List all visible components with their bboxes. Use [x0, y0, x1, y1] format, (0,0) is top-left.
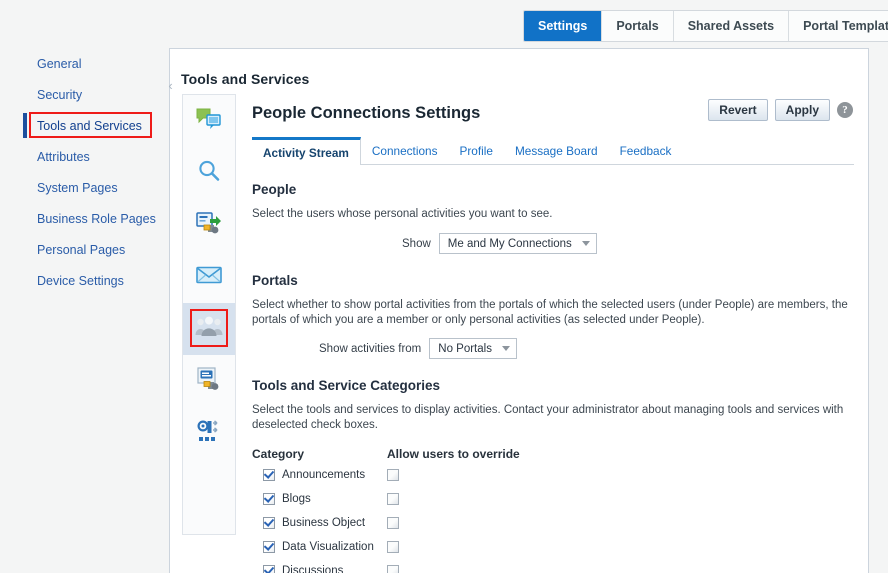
categories-section-title: Tools and Service Categories: [252, 378, 441, 393]
category-override-checkbox[interactable]: [387, 468, 399, 481]
tab-portal-templates-label: Portal Templates: [803, 19, 888, 33]
tab-profile-label: Profile: [459, 143, 493, 158]
tab-connections-label: Connections: [371, 143, 438, 158]
people-show-dropdown[interactable]: Me and My Connections: [438, 233, 597, 254]
category-enabled-checkbox[interactable]: [263, 516, 275, 529]
table-row: Blogs: [252, 488, 854, 509]
table-row: Business Object: [252, 512, 854, 533]
category-override-checkbox[interactable]: [387, 564, 399, 573]
sidebar-item-label: Business Role Pages: [37, 211, 156, 226]
sidebar-item-general[interactable]: General: [0, 48, 166, 79]
sidebar-item-label: System Pages: [37, 180, 118, 195]
sidebar-item-label: Attributes: [37, 149, 90, 164]
category-override-checkbox[interactable]: [387, 516, 399, 529]
inner-tab-bar: Activity Stream Connections Profile Mess…: [252, 137, 854, 165]
category-enabled-checkbox[interactable]: [263, 492, 275, 505]
people-section-description: Select the users whose personal activiti…: [252, 208, 553, 220]
process-services-icon: [196, 419, 222, 448]
tab-message-board-label: Message Board: [514, 143, 598, 158]
chevron-down-icon: [581, 241, 590, 246]
top-tab-bar: Settings Portals Shared Assets Portal Te…: [523, 10, 888, 42]
sidebar-item-label: General: [37, 56, 82, 71]
category-label: Announcements: [282, 468, 366, 481]
tab-feedback-label: Feedback: [619, 143, 672, 158]
sidebar-item-attributes[interactable]: Attributes: [0, 141, 166, 172]
people-connections-icon: [195, 316, 223, 343]
tool-icon-rail: [182, 94, 236, 535]
tab-profile[interactable]: Profile: [448, 137, 503, 164]
categories-table-header: Category Allow users to override: [252, 447, 854, 461]
rail-item-document-export[interactable]: [183, 199, 235, 251]
tab-portal-templates[interactable]: Portal Templates: [789, 11, 888, 41]
tab-settings[interactable]: Settings: [524, 11, 603, 41]
sidebar-item-label: Security: [37, 87, 83, 102]
main-panel: ‹ Tools and Services Revert Apply ? Peop…: [166, 48, 869, 573]
sidebar-item-label: Tools and Services: [37, 118, 142, 133]
table-row: Discussions: [252, 560, 854, 573]
category-label: Discussions: [282, 564, 344, 573]
search-icon: [197, 159, 221, 188]
sidebar-item-personal-pages[interactable]: Personal Pages: [0, 234, 166, 265]
table-row: Announcements: [252, 464, 854, 485]
column-header-category: Category: [252, 447, 305, 461]
category-enabled-checkbox[interactable]: [263, 468, 275, 481]
tab-feedback[interactable]: Feedback: [609, 137, 683, 164]
tab-shared-assets[interactable]: Shared Assets: [673, 11, 790, 41]
rail-item-process-services[interactable]: [183, 407, 235, 459]
rail-item-people-connections[interactable]: [183, 303, 235, 355]
sidebar-item-system-pages[interactable]: System Pages: [0, 172, 166, 203]
tab-shared-assets-label: Shared Assets: [687, 19, 775, 33]
tab-activity-stream-label: Activity Stream: [263, 145, 349, 160]
selected-indicator-bar: [23, 113, 27, 138]
people-show-label: Show: [402, 237, 431, 250]
category-override-checkbox[interactable]: [387, 540, 399, 553]
category-override-checkbox[interactable]: [387, 492, 399, 505]
tab-message-board[interactable]: Message Board: [504, 137, 609, 164]
sidebar-item-label: Personal Pages: [37, 242, 126, 257]
page-title: Tools and Services: [181, 71, 310, 87]
people-section-title: People: [252, 182, 297, 197]
sidebar-item-device-settings[interactable]: Device Settings: [0, 265, 166, 296]
tab-portals[interactable]: Portals: [602, 11, 674, 41]
portals-section-description: Select whether to show portal activities…: [252, 299, 848, 326]
rail-item-content-presenter[interactable]: [183, 355, 235, 407]
sidebar-item-tools-and-services[interactable]: Tools and Services: [0, 110, 166, 141]
document-export-icon: [196, 211, 222, 240]
rail-item-discussions[interactable]: [183, 95, 235, 147]
portals-show-row: Show activities from No Portals: [252, 338, 854, 359]
sidebar-item-business-role-pages[interactable]: Business Role Pages: [0, 203, 166, 234]
portals-show-label: Show activities from: [319, 342, 422, 355]
chevron-down-icon: [501, 346, 510, 351]
table-row: Data Visualization: [252, 536, 854, 557]
settings-content: People Connections Settings Activity Str…: [252, 104, 854, 573]
category-enabled-checkbox[interactable]: [263, 540, 275, 553]
category-label: Data Visualization: [282, 540, 374, 553]
tab-settings-label: Settings: [538, 19, 588, 33]
category-label: Blogs: [282, 492, 311, 505]
category-label: Business Object: [282, 516, 366, 529]
people-show-value: Me and My Connections: [447, 237, 572, 250]
portals-section-title: Portals: [252, 273, 298, 288]
sidebar-item-security[interactable]: Security: [0, 79, 166, 110]
content-presenter-icon: [196, 366, 222, 396]
sidebar-item-label: Device Settings: [37, 273, 124, 288]
column-header-allow-override: Allow users to override: [387, 447, 520, 461]
mail-icon: [196, 266, 222, 289]
category-enabled-checkbox[interactable]: [263, 564, 275, 573]
collapse-panel-chevron-icon[interactable]: ‹: [166, 77, 175, 95]
people-show-row: Show Me and My Connections: [252, 233, 854, 254]
rail-item-search[interactable]: [183, 147, 235, 199]
sidebar: General Security Tools and Services Attr…: [0, 48, 166, 573]
tab-connections[interactable]: Connections: [361, 137, 449, 164]
app-root: Settings Portals Shared Assets Portal Te…: [0, 0, 888, 573]
rail-item-mail[interactable]: [183, 251, 235, 303]
categories-section-description: Select the tools and services to display…: [252, 404, 844, 431]
discussions-icon: [196, 108, 222, 135]
portals-show-value: No Portals: [438, 342, 492, 355]
content-heading: People Connections Settings: [252, 104, 481, 122]
portals-show-dropdown[interactable]: No Portals: [429, 338, 517, 359]
tab-portals-label: Portals: [616, 19, 659, 33]
tab-activity-stream[interactable]: Activity Stream: [252, 137, 361, 165]
